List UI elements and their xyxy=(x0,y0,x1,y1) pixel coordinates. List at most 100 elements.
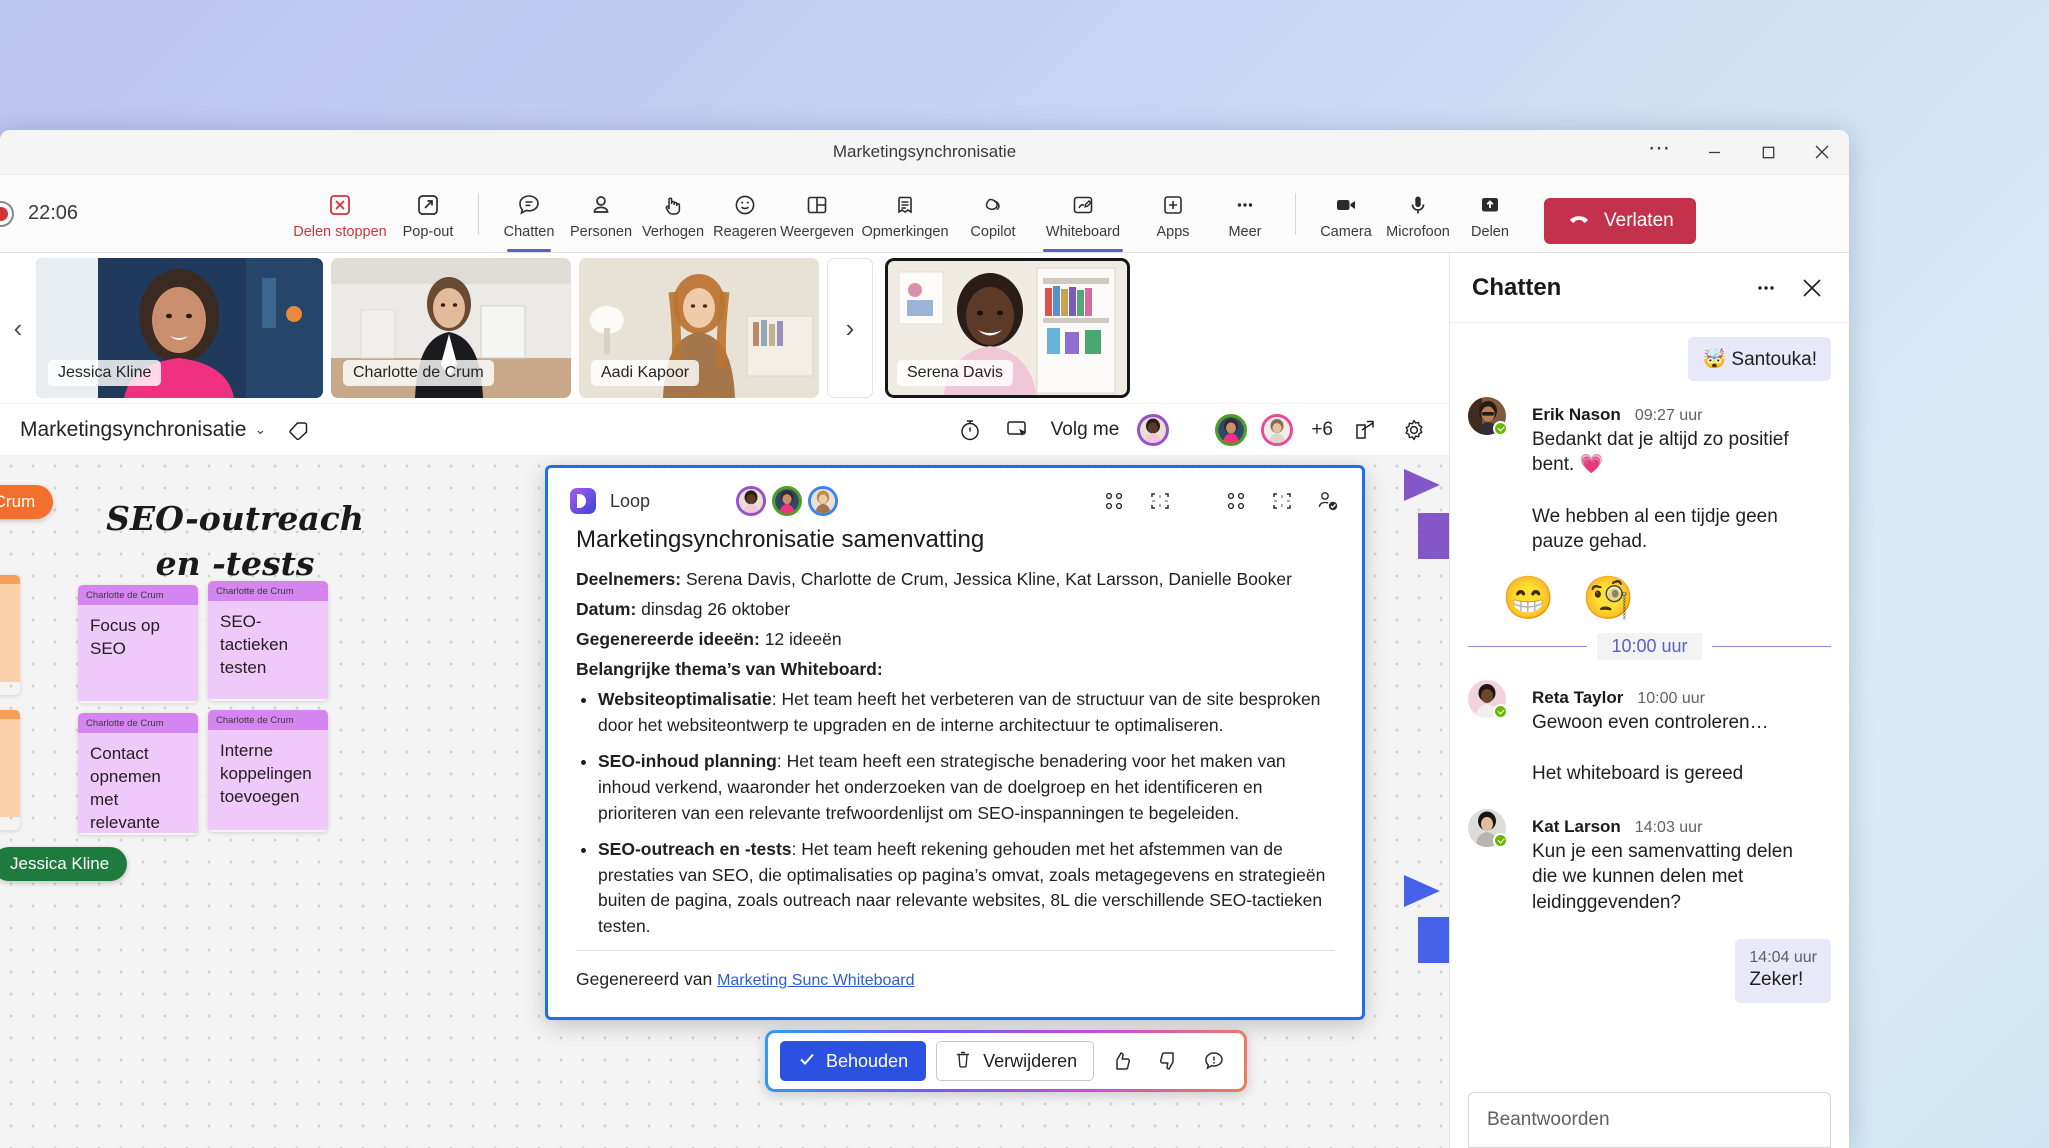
chat-more-icon[interactable] xyxy=(1751,273,1781,303)
video-tile-0[interactable]: Jessica Kline xyxy=(36,258,323,398)
camera-button[interactable]: Camera xyxy=(1310,184,1382,244)
tab-reageren-label: Reageren xyxy=(713,223,777,240)
tab-whiteboard[interactable]: Whiteboard xyxy=(1029,184,1137,252)
loop-card-header: Loop xyxy=(548,468,1362,522)
sticky-note-0-text: Focus op SEO xyxy=(78,605,198,701)
video-strip: ‹ Jessica Kline Charlotte de Crum Aadi K… xyxy=(0,253,1449,403)
avatar-kat-larson[interactable] xyxy=(1468,808,1508,848)
chat-compose-input[interactable]: Beantwoorden xyxy=(1468,1092,1831,1148)
tab-personen-label: Personen xyxy=(569,223,633,240)
tab-opmerkingen[interactable]: Opmerkingen xyxy=(853,184,957,244)
divider-line-left xyxy=(1468,645,1588,647)
sticky-note-2-text: Contact opnemen met relevante websites xyxy=(78,733,198,833)
hangup-icon xyxy=(1566,205,1592,237)
tab-apps[interactable]: Apps xyxy=(1137,184,1209,244)
grid-icon[interactable] xyxy=(1102,489,1126,513)
sticky-note-0[interactable]: Charlotte de Crum Focus op SEO xyxy=(78,585,198,703)
gear-icon[interactable] xyxy=(1399,415,1429,445)
window-title: Marketingsynchronisatie xyxy=(832,142,1017,161)
avatar-presenter[interactable] xyxy=(1137,413,1170,446)
microphone-label: Microfoon xyxy=(1386,223,1450,240)
sticky-note-offscreen-2[interactable] xyxy=(0,710,20,830)
sticky-note-1[interactable]: Charlotte de Crum SEO-tactieken testen xyxy=(208,581,328,701)
chat-message-5-time: 10:00 uur xyxy=(1637,689,1705,707)
loop-card-title: Marketingsynchronisatie samenvatting xyxy=(576,526,985,553)
chevron-down-icon[interactable]: ⌄ xyxy=(254,421,266,438)
share-icon[interactable] xyxy=(1351,415,1381,445)
presenter-cursor-icon[interactable] xyxy=(1003,415,1033,445)
window-maximize-button[interactable] xyxy=(1741,130,1795,175)
tab-meer[interactable]: Meer xyxy=(1209,184,1281,244)
keep-button[interactable]: Behouden xyxy=(780,1041,927,1081)
avatar-reta-taylor[interactable] xyxy=(1468,679,1508,719)
avatar-participant-1[interactable] xyxy=(1215,413,1248,446)
chat-message-1-text: Bedankt dat je altijd zo positief bent. … xyxy=(1532,429,1789,476)
chat-message-7-bubble: Kat Larson 14:03 uur Kun je een samenvat… xyxy=(1518,808,1818,926)
sticky-note-2-author: Charlotte de Crum xyxy=(78,713,198,733)
tab-apps-label: Apps xyxy=(1156,223,1190,240)
chat-message-3-reactions[interactable]: 😁 🧐 xyxy=(1502,576,1831,619)
sticky-note-0-author: Charlotte de Crum xyxy=(78,585,198,605)
sticky-note-3[interactable]: Charlotte de Crum Interne koppelingen to… xyxy=(208,710,328,832)
tab-weergeven[interactable]: Weergeven xyxy=(780,184,854,244)
loop-field-ideeen-value: 12 ideeën xyxy=(764,628,842,649)
chat-time-divider-label: 10:00 uur xyxy=(1597,632,1702,660)
follow-me-button[interactable]: Volg me xyxy=(1051,419,1120,441)
whiteboard-header-tools: Volg me +6 xyxy=(955,413,1429,446)
microphone-button[interactable]: Microfoon xyxy=(1382,184,1454,244)
people-check-icon[interactable] xyxy=(1316,489,1340,513)
window-titlebar: Marketingsynchronisatie ⋯ xyxy=(0,130,1849,175)
focus-frame-icon[interactable] xyxy=(1148,489,1172,513)
apps-plus-icon xyxy=(1158,190,1188,220)
leave-label: Verlaten xyxy=(1604,209,1674,231)
video-tile-1[interactable]: Charlotte de Crum xyxy=(331,258,571,398)
popout-icon xyxy=(413,190,443,220)
avatar-erik-nason[interactable] xyxy=(1468,397,1508,436)
loop-summary-card[interactable]: Loop Marketingsynchronisatie samenvattin… xyxy=(545,465,1365,1020)
whiteboard-canvas[interactable]: de Crum Jessica Kline SEO-outreach en -t… xyxy=(0,455,1449,1148)
grid-icon[interactable] xyxy=(1224,489,1248,513)
focus-frame-icon[interactable] xyxy=(1270,489,1294,513)
window-minimize-button[interactable] xyxy=(1687,130,1741,175)
share-screen-button[interactable]: Delen xyxy=(1454,184,1526,244)
window-more-button[interactable]: ⋯ xyxy=(1633,130,1687,175)
tag-icon[interactable] xyxy=(284,415,314,445)
avatar-participant-2[interactable] xyxy=(1261,413,1294,446)
tab-chatten[interactable]: Chatten xyxy=(493,184,565,252)
timer-icon[interactable] xyxy=(955,415,985,445)
keep-button-label: Behouden xyxy=(826,1050,909,1071)
feedback-icon[interactable] xyxy=(1196,1043,1232,1079)
delete-button[interactable]: Verwijderen xyxy=(936,1041,1095,1081)
popout-button[interactable]: Pop-out xyxy=(392,184,464,244)
chat-close-icon[interactable] xyxy=(1797,273,1827,303)
copilot-icon xyxy=(978,190,1008,220)
video-tile-3[interactable]: Serena Davis xyxy=(885,258,1130,398)
tab-verhogen[interactable]: Verhogen xyxy=(637,184,709,244)
thumbs-up-icon[interactable] xyxy=(1104,1043,1140,1079)
leave-meeting-button[interactable]: Verlaten xyxy=(1544,197,1696,244)
video-tile-2[interactable]: Aadi Kapoor xyxy=(579,258,819,398)
recording-indicator-group: 22:06 xyxy=(0,200,288,227)
loop-avatar-2[interactable] xyxy=(772,486,803,516)
sticky-note-offscreen-1[interactable] xyxy=(0,575,20,695)
video-strip-next-button[interactable]: › xyxy=(827,258,873,398)
chat-message-list[interactable]: 🤯 Santouka! Erik Nason 09:27 uur Bedankt… xyxy=(1450,323,1849,1148)
window-close-button[interactable] xyxy=(1795,130,1849,175)
video-strip-prev-button[interactable]: ‹ xyxy=(4,253,32,403)
tab-personen[interactable]: Personen xyxy=(565,184,637,244)
chat-message-5-sender: Reta Taylor xyxy=(1532,687,1624,707)
tab-reageren[interactable]: Reageren xyxy=(709,184,781,244)
teams-meeting-window: Marketingsynchronisatie ⋯ 22:06 Delen st… xyxy=(0,130,1849,1148)
loop-footer-link[interactable]: Marketing Sunc Whiteboard xyxy=(717,972,914,989)
chat-message-1: Erik Nason 09:27 uur Bedankt dat je alti… xyxy=(1468,397,1831,488)
whiteboard-title[interactable]: Marketingsynchronisatie xyxy=(20,418,246,442)
tab-copilot[interactable]: Copilot xyxy=(957,184,1029,244)
participants-overflow-count[interactable]: +6 xyxy=(1311,419,1333,441)
chat-message-1-meta: Erik Nason 09:27 uur xyxy=(1532,405,1804,425)
loop-field-datum-value: dinsdag 26 oktober xyxy=(641,598,791,619)
stop-sharing-button[interactable]: Delen stoppen xyxy=(288,184,392,244)
sticky-note-2[interactable]: Charlotte de Crum Contact opnemen met re… xyxy=(78,713,198,835)
loop-avatar-1[interactable] xyxy=(736,486,767,516)
thumbs-down-icon[interactable] xyxy=(1150,1043,1186,1079)
loop-avatar-3[interactable] xyxy=(808,486,839,516)
